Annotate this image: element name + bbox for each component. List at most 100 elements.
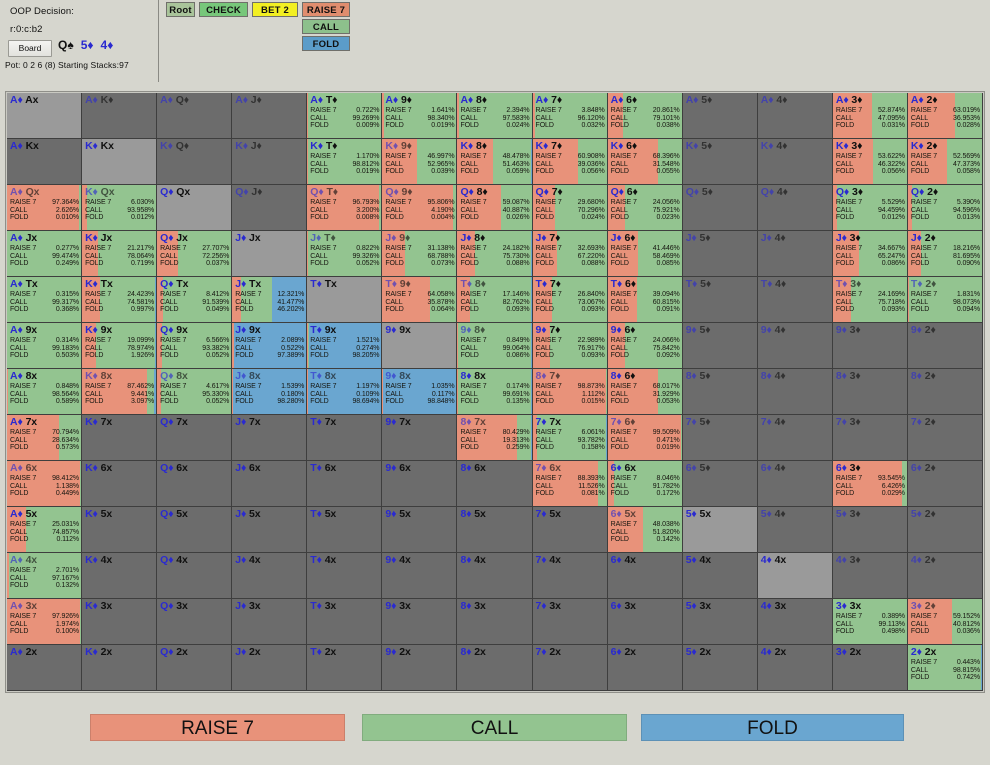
hand-cell[interactable]: A♦ 5♦ bbox=[682, 93, 758, 139]
tree-node-call[interactable]: CALL bbox=[302, 19, 350, 34]
hand-cell[interactable]: J♦ 4♦ bbox=[757, 231, 833, 277]
hand-cell[interactable]: 4♦ 3x bbox=[757, 599, 833, 645]
hand-cell[interactable]: T♦ 5♦ bbox=[682, 277, 758, 323]
hand-cell[interactable]: 7♦ 5x bbox=[532, 507, 608, 553]
hand-cell[interactable]: A♦ 7x RAISE 7 70.794% CALL 28.634% FOLD 0.573% bbox=[7, 415, 83, 461]
hand-cell[interactable]: 7♦ 2♦ bbox=[907, 415, 983, 461]
hand-cell[interactable]: J♦ Tx RAISE 7 12.321% CALL 41.477% FOLD 46.202… bbox=[232, 277, 308, 323]
hand-cell[interactable]: J♦ 5x bbox=[232, 507, 308, 553]
hand-cell[interactable]: K♦ 8x RAISE 7 87.462% CALL 9.441% FOLD 3.097% bbox=[82, 369, 158, 415]
hand-cell[interactable]: Q♦ 6x bbox=[157, 461, 233, 507]
hand-cell[interactable]: J♦ T♦ RAISE 7 0.822% CALL 99.326% FOLD 0.052% bbox=[307, 231, 383, 277]
hand-cell[interactable]: A♦ Tx RAISE 7 0.315% CALL 99.317% FOLD 0.368% bbox=[7, 277, 83, 323]
hand-cell[interactable]: 9♦ 5♦ bbox=[682, 323, 758, 369]
hand-cell[interactable]: T♦ 4♦ bbox=[757, 277, 833, 323]
hand-cell[interactable]: K♦ 4♦ bbox=[757, 139, 833, 185]
tree-node-bet-2[interactable]: BET 2 bbox=[252, 2, 298, 17]
hand-cell[interactable]: 9♦ 6♦ RAISE 7 24.066% CALL 75.842% FOLD 0.092% bbox=[607, 323, 683, 369]
hand-cell[interactable]: T♦ 7♦ RAISE 7 26.840% CALL 73.067% FOLD 0.093% bbox=[532, 277, 608, 323]
hand-cell[interactable]: 9♦ 2x bbox=[382, 645, 458, 691]
hand-cell[interactable]: 5♦ 4♦ bbox=[757, 507, 833, 553]
hand-cell[interactable]: J♦ 7x bbox=[232, 415, 308, 461]
hand-cell[interactable]: 9♦ 8x RAISE 7 1.035% CALL 0.117% FOLD 98.848% bbox=[382, 369, 458, 415]
legend-raise-7[interactable]: RAISE 7 bbox=[90, 714, 345, 741]
hand-cell[interactable]: A♦ 4x RAISE 7 2.701% CALL 97.167% FOLD 0.132% bbox=[7, 553, 83, 599]
hand-cell[interactable]: Q♦ 4♦ bbox=[757, 185, 833, 231]
hand-cell[interactable]: K♦ Qx RAISE 7 6.030% CALL 93.958% FOLD 0.012% bbox=[82, 185, 158, 231]
hand-cell[interactable]: J♦ 3♦ RAISE 7 34.667% CALL 65.247% FOLD 0.086% bbox=[832, 231, 908, 277]
hand-cell[interactable]: J♦ 3x bbox=[232, 599, 308, 645]
hand-cell[interactable]: 8♦ 8x RAISE 7 0.174% CALL 99.691% FOLD 0.135% bbox=[457, 369, 533, 415]
hand-cell[interactable]: 7♦ 6♦ RAISE 7 99.509% CALL 0.471% FOLD 0.019% bbox=[607, 415, 683, 461]
hand-cell[interactable]: Q♦ 8♦ RAISE 7 59.087% CALL 40.887% FOLD 0.026% bbox=[457, 185, 533, 231]
hand-cell[interactable]: K♦ Jx RAISE 7 21.217% CALL 78.064% FOLD 0.719% bbox=[82, 231, 158, 277]
hand-cell[interactable]: 7♦ 3x bbox=[532, 599, 608, 645]
hand-cell[interactable]: K♦ 8♦ RAISE 7 48.478% CALL 51.463% FOLD 0.059% bbox=[457, 139, 533, 185]
hand-cell[interactable]: K♦ 2x bbox=[82, 645, 158, 691]
board-button[interactable]: Board bbox=[8, 40, 52, 57]
legend-call[interactable]: CALL bbox=[362, 714, 627, 741]
hand-cell[interactable]: K♦ 9x RAISE 7 19.099% CALL 78.974% FOLD 1.926% bbox=[82, 323, 158, 369]
hand-cell[interactable]: 6♦ 4♦ bbox=[757, 461, 833, 507]
hand-cell[interactable]: T♦ 9x RAISE 7 1.521% CALL 0.274% FOLD 98.205% bbox=[307, 323, 383, 369]
hand-cell[interactable]: Q♦ Tx RAISE 7 8.412% CALL 91.539% FOLD 0.049% bbox=[157, 277, 233, 323]
hand-cell[interactable]: K♦ 9♦ RAISE 7 46.997% CALL 52.965% FOLD 0.039% bbox=[382, 139, 458, 185]
hand-cell[interactable]: A♦ Kx bbox=[7, 139, 83, 185]
hand-cell[interactable]: 6♦ 3x bbox=[607, 599, 683, 645]
hand-cell[interactable]: J♦ 8♦ RAISE 7 24.182% CALL 75.730% FOLD 0.088% bbox=[457, 231, 533, 277]
hand-cell[interactable]: J♦ 6x bbox=[232, 461, 308, 507]
hand-cell[interactable]: A♦ 8♦ RAISE 7 2.394% CALL 97.583% FOLD 0.024% bbox=[457, 93, 533, 139]
tree-node-check[interactable]: CHECK bbox=[199, 2, 248, 17]
hand-cell[interactable]: 8♦ 4♦ bbox=[757, 369, 833, 415]
hand-cell[interactable]: T♦ 4x bbox=[307, 553, 383, 599]
hand-cell[interactable]: Q♦ 3x bbox=[157, 599, 233, 645]
hand-cell[interactable]: 4♦ 3♦ bbox=[832, 553, 908, 599]
hand-cell[interactable]: 6♦ 3♦ RAISE 7 93.545% CALL 6.426% FOLD 0.029% bbox=[832, 461, 908, 507]
hand-cell[interactable]: A♦ K♦ bbox=[82, 93, 158, 139]
hand-cell[interactable]: A♦ 3x RAISE 7 97.926% CALL 1.974% FOLD 0.100% bbox=[7, 599, 83, 645]
hand-cell[interactable]: 5♦ 4x bbox=[682, 553, 758, 599]
hand-cell[interactable]: J♦ 9♦ RAISE 7 31.138% CALL 68.788% FOLD 0.073% bbox=[382, 231, 458, 277]
hand-cell[interactable]: A♦ 6x RAISE 7 98.412% CALL 1.138% FOLD 0.449% bbox=[7, 461, 83, 507]
hand-cell[interactable]: Q♦ 4x bbox=[157, 553, 233, 599]
hand-cell[interactable]: J♦ 4x bbox=[232, 553, 308, 599]
hand-cell[interactable]: 7♦ 6x RAISE 7 88.393% CALL 11.526% FOLD 0.081% bbox=[532, 461, 608, 507]
hand-cell[interactable]: K♦ 2♦ RAISE 7 52.569% CALL 47.373% FOLD 0.058% bbox=[907, 139, 983, 185]
tree-node-fold[interactable]: FOLD bbox=[302, 36, 350, 51]
hand-cell[interactable]: A♦ 2♦ RAISE 7 63.019% CALL 36.953% FOLD 0.028% bbox=[907, 93, 983, 139]
hand-cell[interactable]: J♦ 6♦ RAISE 7 41.446% CALL 58.469% FOLD 0.085% bbox=[607, 231, 683, 277]
hand-cell[interactable]: Q♦ Qx bbox=[157, 185, 233, 231]
hand-cell[interactable]: 2♦ 2x RAISE 7 0.443% CALL 98.815% FOLD 0.742% bbox=[907, 645, 983, 691]
hand-cell[interactable]: Q♦ 2♦ RAISE 7 5.390% CALL 94.596% FOLD 0.013% bbox=[907, 185, 983, 231]
hand-cell[interactable]: 8♦ 2x bbox=[457, 645, 533, 691]
hand-cell[interactable]: T♦ 8♦ RAISE 7 17.146% CALL 82.762% FOLD 0.093% bbox=[457, 277, 533, 323]
hand-cell[interactable]: 9♦ 7x bbox=[382, 415, 458, 461]
hand-cell[interactable]: 4♦ 2♦ bbox=[907, 553, 983, 599]
hand-cell[interactable]: K♦ Tx RAISE 7 24.423% CALL 74.581% FOLD 0.997% bbox=[82, 277, 158, 323]
hand-cell[interactable]: 6♦ 5x RAISE 7 48.038% CALL 51.820% FOLD 0.142% bbox=[607, 507, 683, 553]
hand-cell[interactable]: 9♦ 7♦ RAISE 7 22.989% CALL 76.917% FOLD 0.093% bbox=[532, 323, 608, 369]
hand-cell[interactable]: A♦ Qx RAISE 7 97.364% CALL 2.626% FOLD 0.010% bbox=[7, 185, 83, 231]
hand-cell[interactable]: T♦ 2♦ RAISE 7 1.831% CALL 98.073% FOLD 0.094% bbox=[907, 277, 983, 323]
hand-cell[interactable]: 9♦ 5x bbox=[382, 507, 458, 553]
hand-cell[interactable]: 8♦ 3♦ bbox=[832, 369, 908, 415]
hand-cell[interactable]: T♦ Tx bbox=[307, 277, 383, 323]
hand-cell[interactable]: 9♦ 3x bbox=[382, 599, 458, 645]
hand-cell[interactable]: 6♦ 2x bbox=[607, 645, 683, 691]
hand-cell[interactable]: 9♦ 4x bbox=[382, 553, 458, 599]
hand-cell[interactable]: J♦ Jx bbox=[232, 231, 308, 277]
hand-cell[interactable]: 6♦ 4x bbox=[607, 553, 683, 599]
hand-cell[interactable]: 8♦ 6♦ RAISE 7 68.017% CALL 31.929% FOLD 0.053% bbox=[607, 369, 683, 415]
hand-cell[interactable]: 8♦ 2♦ bbox=[907, 369, 983, 415]
hand-cell[interactable]: A♦ 9♦ RAISE 7 1.641% CALL 98.340% FOLD 0.019% bbox=[382, 93, 458, 139]
hand-cell[interactable]: 4♦ 2x bbox=[757, 645, 833, 691]
tree-node-root[interactable]: Root bbox=[166, 2, 195, 17]
hand-cell[interactable]: J♦ 8x RAISE 7 1.539% CALL 0.180% FOLD 98.280% bbox=[232, 369, 308, 415]
hand-cell[interactable]: T♦ 8x RAISE 7 1.197% CALL 0.109% FOLD 98.694% bbox=[307, 369, 383, 415]
hand-cell[interactable]: K♦ 7x bbox=[82, 415, 158, 461]
hand-cell[interactable]: A♦ J♦ bbox=[232, 93, 308, 139]
hand-cell[interactable]: 6♦ 6x RAISE 7 8.046% CALL 91.782% FOLD 0.172% bbox=[607, 461, 683, 507]
hand-cell[interactable]: J♦ 7♦ RAISE 7 32.693% CALL 67.220% FOLD 0.088% bbox=[532, 231, 608, 277]
hand-cell[interactable]: T♦ 6♦ RAISE 7 39.094% CALL 60.815% FOLD 0.091% bbox=[607, 277, 683, 323]
hand-cell[interactable]: 4♦ 4x bbox=[757, 553, 833, 599]
